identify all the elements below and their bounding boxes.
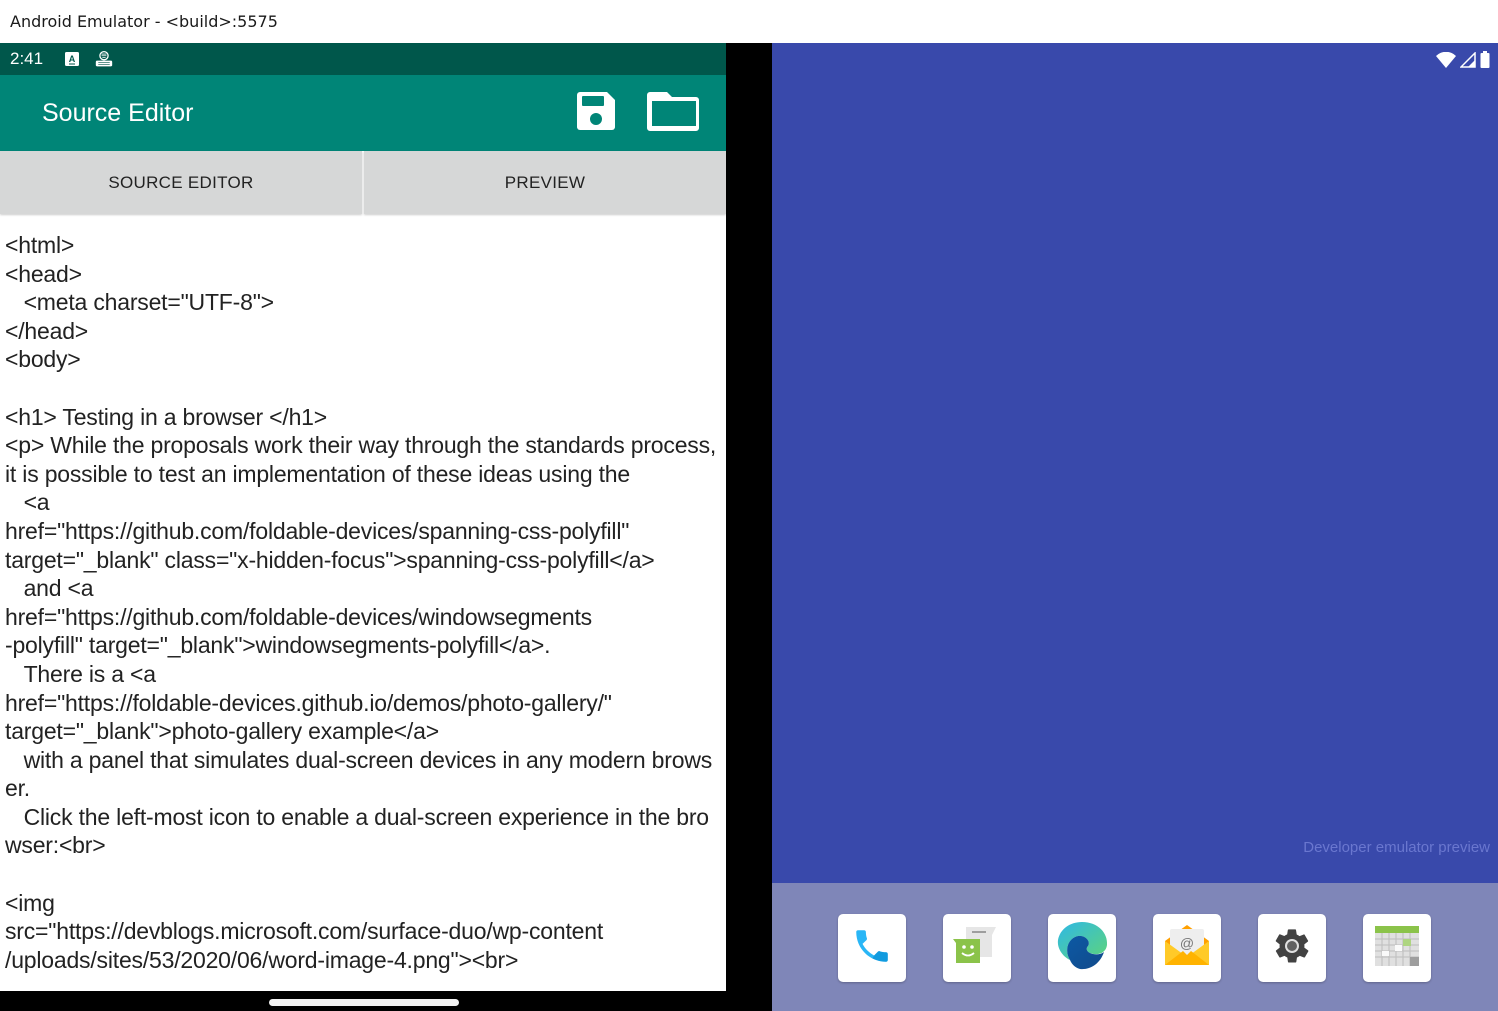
- window-title: Android Emulator - <build>:5575: [0, 0, 1498, 43]
- tab-preview[interactable]: PREVIEW: [364, 151, 726, 214]
- messages-icon: [952, 923, 1002, 974]
- source-editor-textarea[interactable]: <html> <head> <meta charset="UTF-8"> </h…: [0, 215, 726, 991]
- dock-app-calendar[interactable]: [1363, 914, 1431, 982]
- wifi-icon: [1436, 51, 1456, 73]
- folder-icon: [646, 88, 702, 139]
- dock-app-phone[interactable]: [838, 914, 906, 982]
- left-screen: 2:41 A Source Editor SOURCE EDITOR PREVI…: [0, 43, 726, 991]
- dock-app-edge[interactable]: [1048, 914, 1116, 982]
- device-hinge: [726, 43, 772, 1011]
- phone-icon: [851, 925, 893, 972]
- settings-gear-icon: [1272, 926, 1312, 971]
- status-time: 2:41: [10, 49, 44, 68]
- app-bar: Source Editor: [0, 75, 726, 151]
- home-gesture-handle[interactable]: [269, 999, 459, 1006]
- keyboard-a-icon: A: [63, 50, 81, 68]
- email-icon: @: [1163, 923, 1211, 974]
- svg-text:@: @: [1180, 935, 1194, 951]
- edge-browser-icon: [1054, 918, 1110, 979]
- tab-source-editor[interactable]: SOURCE EDITOR: [0, 151, 362, 214]
- dock-app-messages[interactable]: [943, 914, 1011, 982]
- tab-bar: SOURCE EDITOR PREVIEW: [0, 151, 726, 215]
- right-screen: Developer emulator preview @: [772, 43, 1498, 1011]
- android-debug-icon: [95, 50, 113, 68]
- floppy-disk-icon: [574, 89, 618, 138]
- cell-signal-icon: [1459, 50, 1476, 73]
- save-button[interactable]: [566, 83, 626, 143]
- battery-icon: [1480, 51, 1490, 73]
- status-bar: 2:41 A: [0, 43, 726, 75]
- app-dock: @: [772, 883, 1498, 1011]
- emulator-device: 2:41 A Source Editor SOURCE EDITOR PREVI…: [0, 43, 1498, 1011]
- svg-text:A: A: [69, 54, 76, 64]
- dock-app-email[interactable]: @: [1153, 914, 1221, 982]
- app-title: Source Editor: [42, 98, 194, 127]
- right-status-bar: [1436, 50, 1490, 73]
- dock-app-settings[interactable]: [1258, 914, 1326, 982]
- calendar-icon: [1374, 925, 1420, 972]
- open-folder-button[interactable]: [644, 83, 704, 143]
- developer-preview-watermark: Developer emulator preview: [1303, 839, 1490, 856]
